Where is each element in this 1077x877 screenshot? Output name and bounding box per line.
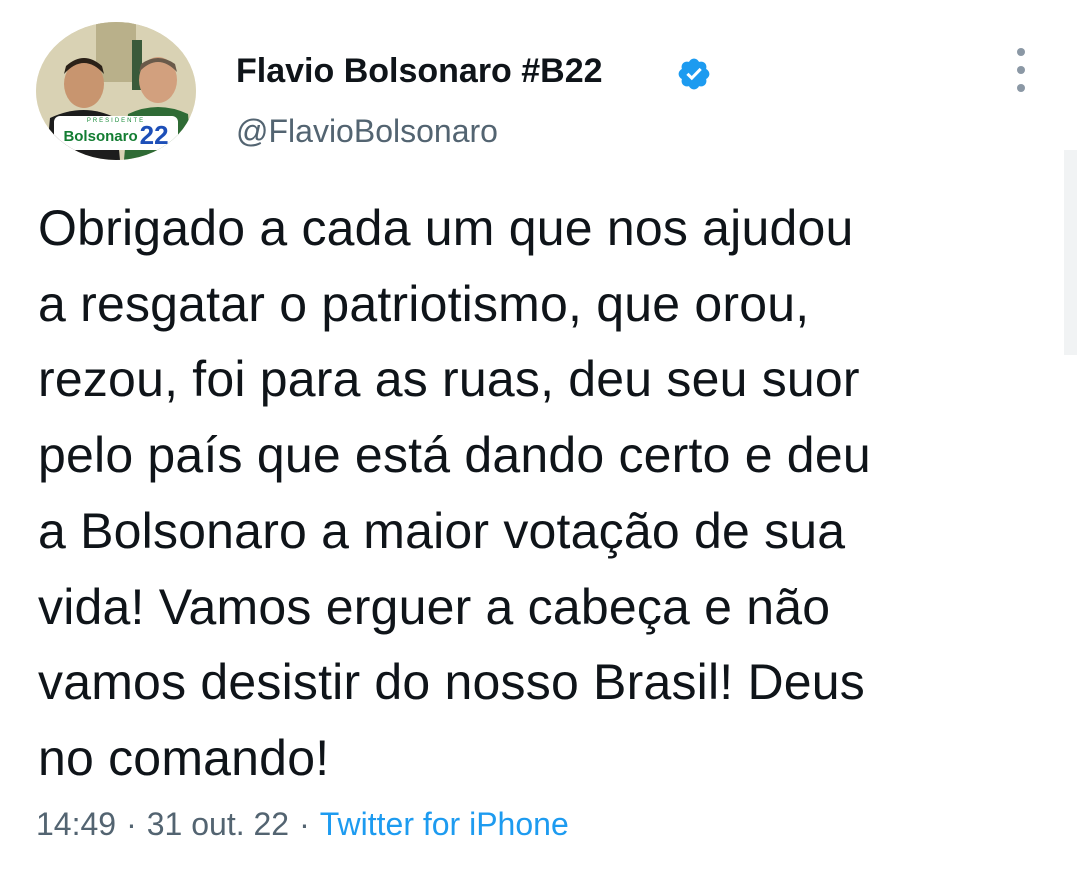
- tweet-source-link[interactable]: Twitter for iPhone: [320, 806, 569, 842]
- author-handle[interactable]: @FlavioBolsonaro: [236, 113, 498, 150]
- avatar-campaign-badge: PRESIDENTE Bolsonaro 22: [54, 116, 178, 150]
- author-avatar[interactable]: PRESIDENTE Bolsonaro 22: [36, 22, 196, 160]
- scrollbar[interactable]: [1064, 150, 1077, 355]
- tweet-text: Obrigado a cada um que nos ajudou a resg…: [38, 200, 871, 786]
- author-display-name[interactable]: Flavio Bolsonaro #B22: [236, 52, 603, 91]
- more-options-icon[interactable]: [1008, 48, 1034, 92]
- avatar-badge-name: Bolsonaro: [63, 127, 138, 145]
- tweet-card: PRESIDENTE Bolsonaro 22 Flavio Bolsonaro…: [0, 0, 1077, 877]
- meta-separator: ·: [299, 806, 310, 842]
- more-dot: [1017, 48, 1025, 56]
- more-dot: [1017, 84, 1025, 92]
- more-dot: [1017, 66, 1025, 74]
- avatar-badge-number: 22: [139, 120, 169, 150]
- verified-badge-icon: [678, 58, 710, 90]
- tweet-time[interactable]: 14:49: [36, 806, 116, 842]
- avatar-badge-caption: PRESIDENTE: [86, 118, 146, 124]
- tweet-date[interactable]: 31 out. 22: [147, 806, 289, 842]
- tweet-metadata: 14:49 · 31 out. 22 · Twitter for iPhone: [36, 806, 569, 843]
- meta-separator: ·: [126, 806, 137, 842]
